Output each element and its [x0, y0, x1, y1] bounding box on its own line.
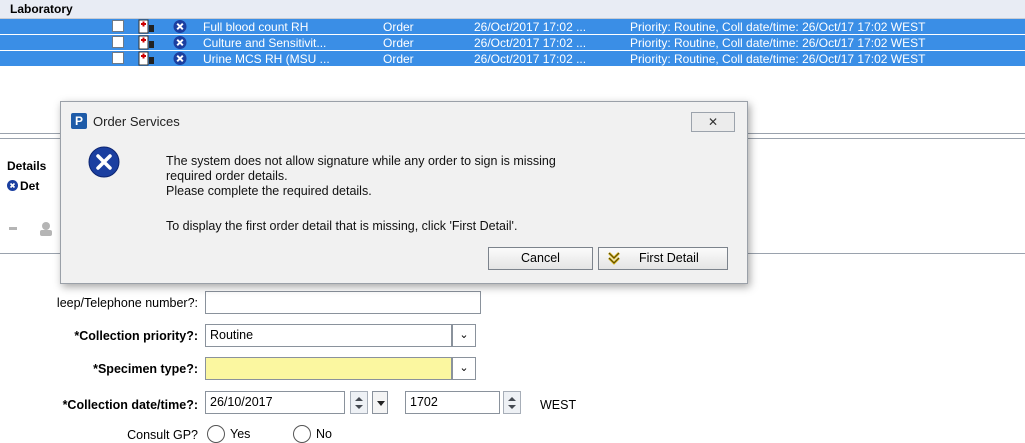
- yellow-down-arrows-icon: [608, 252, 620, 265]
- dropdown-arrow-icon: [377, 401, 385, 406]
- cancel-button[interactable]: Cancel: [488, 247, 593, 270]
- order-datetime: 26/Oct/2017 17:02 ...: [474, 36, 587, 50]
- order-checkbox[interactable]: [112, 20, 124, 32]
- order-row[interactable]: Urine MCS RH (MSU ... Order 26/Oct/2017 …: [0, 51, 1025, 66]
- order-type: Order: [383, 52, 414, 66]
- dialog-message-line: required order details.: [166, 169, 288, 183]
- order-details: Priority: Routine, Coll date/time: 26/Oc…: [630, 36, 926, 50]
- order-details: Priority: Routine, Coll date/time: 26/Oc…: [630, 52, 926, 66]
- order-row[interactable]: Full blood count RH Order 26/Oct/2017 17…: [0, 19, 1025, 34]
- order-type: Order: [383, 36, 414, 50]
- collection-priority-dropdown-button[interactable]: ⌄: [452, 324, 476, 347]
- bleep-telephone-input[interactable]: [205, 291, 481, 314]
- consult-gp-no-label: No: [316, 427, 332, 441]
- chevron-down-icon: ⌄: [459, 362, 469, 374]
- collection-date-input[interactable]: 26/10/2017: [205, 391, 345, 414]
- spin-up-icon: [508, 397, 516, 401]
- order-document-icon: [138, 19, 154, 34]
- order-checkbox[interactable]: [112, 36, 124, 48]
- missing-details-x-icon: [173, 20, 187, 33]
- close-icon: ✕: [707, 115, 719, 129]
- spin-down-icon: [355, 405, 363, 409]
- dialog-message-line: The system does not allow signature whil…: [166, 154, 556, 168]
- time-spinner[interactable]: [503, 391, 521, 414]
- specimen-type-dropdown-button[interactable]: ⌄: [452, 357, 476, 380]
- collection-datetime-label: *Collection date/time?:: [62, 398, 198, 412]
- order-document-icon: [138, 51, 154, 66]
- dialog-close-button[interactable]: ✕: [691, 112, 735, 132]
- collection-time-input[interactable]: 1702: [405, 391, 500, 414]
- dialog-message-line: Please complete the required details.: [166, 184, 372, 198]
- first-detail-label: First Detail: [639, 251, 699, 265]
- specimen-type-select[interactable]: [205, 357, 452, 380]
- error-x-icon: [88, 146, 120, 178]
- order-checkbox[interactable]: [112, 52, 124, 64]
- consult-gp-yes-radio[interactable]: [207, 425, 225, 443]
- details-panel-title: Details: [7, 159, 47, 173]
- order-details: Priority: Routine, Coll date/time: 26/Oc…: [630, 20, 926, 34]
- spin-down-icon: [508, 405, 516, 409]
- missing-details-x-icon: [7, 180, 18, 191]
- consult-gp-yes-label: Yes: [230, 427, 251, 441]
- date-picker-button[interactable]: [372, 391, 388, 414]
- order-row[interactable]: Culture and Sensitivit... Order 26/Oct/2…: [0, 35, 1025, 50]
- consult-gp-no-radio[interactable]: [293, 425, 311, 443]
- first-detail-button[interactable]: First Detail: [598, 247, 728, 270]
- collection-priority-select[interactable]: Routine: [205, 324, 452, 347]
- order-services-dialog: P Order Services ✕ The system does not a…: [60, 101, 748, 284]
- order-datetime: 26/Oct/2017 17:02 ...: [474, 20, 587, 34]
- order-name: Urine MCS RH (MSU ...: [203, 52, 330, 66]
- missing-details-x-icon: [173, 52, 187, 65]
- order-datetime: 26/Oct/2017 17:02 ...: [474, 52, 587, 66]
- timezone-label: WEST: [540, 398, 577, 412]
- tab-details[interactable]: Det: [7, 179, 39, 193]
- specimen-type-label: *Specimen type?:: [93, 362, 198, 376]
- app-logo-icon: P: [71, 113, 87, 129]
- date-spinner[interactable]: [350, 391, 368, 414]
- toolbar-grey-icons: [9, 222, 52, 236]
- order-name: Full blood count RH: [203, 20, 309, 34]
- order-name: Culture and Sensitivit...: [203, 36, 327, 50]
- consult-gp-label: Consult GP?: [127, 428, 198, 442]
- order-type: Order: [383, 20, 414, 34]
- dialog-title: Order Services: [93, 114, 180, 129]
- chevron-down-icon: ⌄: [459, 329, 469, 341]
- spin-up-icon: [355, 397, 363, 401]
- collection-priority-label: *Collection priority?:: [74, 329, 198, 343]
- tab-details-label: Det: [20, 179, 40, 193]
- laboratory-section-header: Laboratory: [0, 0, 1025, 19]
- dialog-message-line: To display the first order detail that i…: [166, 219, 518, 233]
- order-document-icon: [138, 35, 154, 50]
- missing-details-x-icon: [173, 36, 187, 49]
- laboratory-header-label: Laboratory: [10, 2, 73, 16]
- bleep-telephone-label: leep/Telephone number?:: [56, 296, 198, 310]
